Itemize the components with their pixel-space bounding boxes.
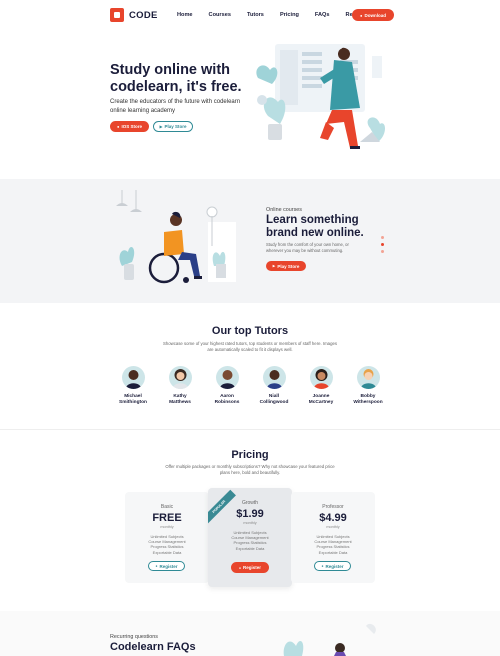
register-button[interactable]: ● Register (314, 561, 351, 571)
avatar (356, 366, 380, 389)
tutor-name: Niall Collingwood (249, 394, 299, 405)
nav-tutors[interactable]: Tutors (247, 12, 264, 18)
user-icon: ● (155, 564, 158, 568)
download-label: Download (364, 12, 386, 18)
register-button[interactable]: ● Register (231, 562, 269, 573)
plan-period: monthly (326, 525, 340, 529)
tutor-first-name: Kathy (173, 394, 187, 399)
user-icon: ● (321, 564, 324, 568)
faq-section (0, 611, 500, 656)
user-icon: ● (238, 565, 242, 570)
faq-illustration (283, 623, 376, 656)
register-label: Register (325, 563, 344, 569)
online-play-label: Play Store (277, 263, 300, 269)
online-eyebrow: Online courses (266, 207, 302, 213)
tutors-title: Our top Tutors (211, 325, 289, 337)
ios-store-label: IOS Store (121, 124, 142, 129)
tutor-card[interactable]: Michael Smithington (108, 366, 158, 405)
online-title: Learn something brand new online. (266, 214, 364, 239)
tutor-card[interactable]: Niall Collingwood (249, 366, 299, 405)
online-play-store-button[interactable]: ▶ Play Store (266, 261, 306, 271)
register-button[interactable]: ● Register (148, 561, 185, 571)
faq-title: Codelearn FAQs (110, 641, 196, 653)
pricing-title: Pricing (231, 449, 269, 461)
avatar (262, 366, 286, 389)
download-icon: ● (360, 12, 363, 18)
register-label: Register (243, 565, 262, 570)
avatar (121, 366, 145, 389)
logo-icon (110, 8, 124, 22)
logo-text: CODE (129, 9, 158, 21)
tutor-card[interactable]: Bobby Witherspoon (343, 366, 393, 405)
nav-pricing[interactable]: Pricing (280, 12, 299, 18)
hero-subtitle: Create the educators of the future with … (110, 99, 241, 114)
pricing-description: Offer multiple packages or monthly subsc… (165, 464, 335, 476)
logo[interactable]: CODE (110, 8, 158, 22)
tutor-name: Aaron Robinsons (202, 394, 252, 405)
nav-home[interactable]: Home (177, 12, 193, 18)
tutor-first-name: Niall (268, 394, 280, 399)
tutor-last-name: Collingwood (259, 399, 289, 405)
tutor-first-name: Aaron (220, 394, 234, 399)
hero-illustration (256, 44, 385, 149)
online-text: Study from the comfort of your own home,… (266, 242, 349, 254)
tutors-list: Michael Smithington Kathy Matthews Aaron Ro… (118, 366, 390, 412)
pricing-card-professor: Professor $4.99 monthly Unlimited Subjec… (291, 492, 375, 583)
play-icon: ▶ (159, 124, 163, 129)
tutor-first-name: Bobby (360, 394, 376, 399)
wheelchair-illustration (116, 190, 236, 284)
tutors-description: Showcase some of your highest rated tuto… (162, 341, 338, 353)
plan-name: Basic (160, 504, 174, 510)
play-store-button[interactable]: ▶ Play Store (153, 121, 193, 132)
nav-faqs[interactable]: FAQs (315, 12, 330, 18)
play-icon: ▶ (272, 264, 276, 268)
tutor-last-name: Witherspoon (353, 399, 383, 405)
carousel-dots (381, 236, 384, 253)
pricing-card-basic: Basic FREE monthly Unlimited Subjects Co… (125, 492, 209, 583)
tutor-card[interactable]: Aaron Robinsons (202, 366, 252, 405)
plan-feature: Exportable Data (235, 545, 265, 551)
plan-name: Professor (322, 504, 344, 510)
plan-feature: Exportable Data (152, 549, 182, 555)
plan-price: FREE (152, 512, 182, 524)
tutor-last-name: Matthews (169, 399, 191, 405)
tutor-name: Michael Smithington (108, 394, 158, 405)
avatar (309, 366, 333, 389)
top-navbar: CODE Home Courses Tutors Pricing FAQs Re… (0, 0, 500, 30)
avatar (215, 366, 239, 389)
carousel-dot-active[interactable] (381, 243, 384, 246)
plan-price: $4.99 (319, 512, 347, 524)
download-button[interactable]: ● Download (352, 9, 394, 21)
tutor-name: Bobby Witherspoon (343, 394, 393, 405)
tutor-first-name: Joanne (312, 394, 330, 399)
avatar (168, 366, 192, 389)
apple-icon: ● (117, 124, 120, 129)
tutor-card[interactable]: Joanne McCartney (296, 366, 346, 405)
tutor-name: Joanne McCartney (296, 394, 346, 405)
tutor-name: Kathy Matthews (155, 394, 205, 405)
tutor-last-name: McCartney (308, 399, 334, 405)
plan-period: monthly (243, 521, 257, 525)
plan-features: Unlimited Subjects Course Management Pro… (291, 534, 375, 555)
tutor-card[interactable]: Kathy Matthews (155, 366, 205, 405)
pricing-card-growth: POPULAR Growth $1.99 monthly Unlimited S… (208, 488, 292, 587)
tutor-last-name: Smithington (119, 399, 147, 405)
faq-eyebrow: Recurring questions (110, 634, 158, 640)
plan-period: monthly (160, 525, 174, 529)
nav-courses[interactable]: Courses (209, 12, 231, 18)
ios-store-button[interactable]: ● IOS Store (110, 121, 149, 132)
carousel-dot[interactable] (381, 250, 384, 253)
section-divider (0, 429, 500, 430)
tutor-first-name: Michael (124, 394, 142, 399)
play-store-label: Play Store (164, 124, 187, 129)
carousel-dot[interactable] (381, 236, 384, 239)
plan-feature: Exportable Data (318, 549, 348, 555)
register-label: Register (159, 563, 178, 569)
plan-features: Unlimited Subjects Course Management Pro… (208, 530, 292, 551)
tutor-last-name: Robinsons (214, 399, 240, 405)
plan-features: Unlimited Subjects Course Management Pro… (125, 534, 209, 555)
